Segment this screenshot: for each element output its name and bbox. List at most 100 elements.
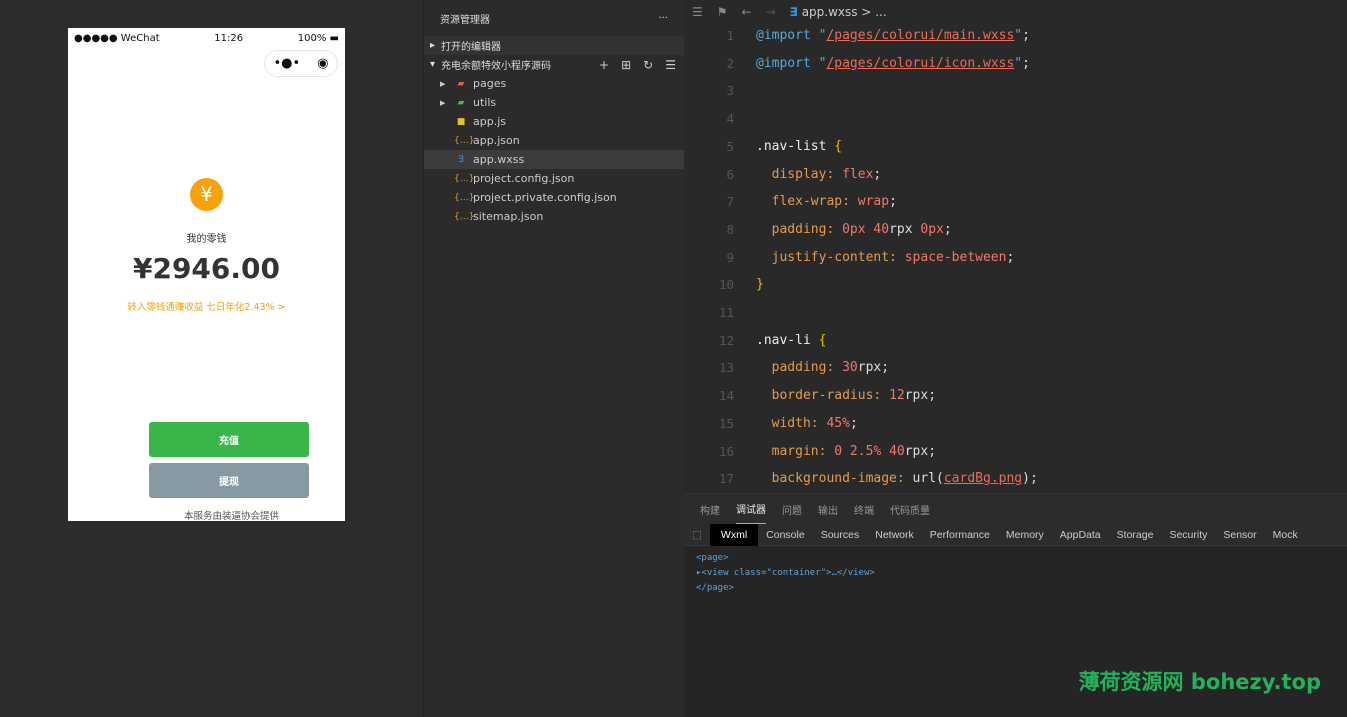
refresh-icon[interactable]: ↻ [643, 58, 653, 72]
json-icon: {…} [454, 135, 475, 146]
line-number: 14 [718, 388, 734, 404]
line-number: 15 [718, 415, 734, 431]
balance-amount: ¥2946.00 [132, 252, 280, 285]
line-number: 5 [726, 138, 734, 154]
devtools-tab-network[interactable]: Network [867, 524, 922, 546]
line-number: 8 [726, 221, 734, 237]
yuan-coin-icon: ¥ [190, 178, 223, 211]
collapse-icon[interactable]: ☰ [665, 58, 676, 72]
code-line[interactable]: padding: 0px 40rpx 0px; [756, 222, 952, 237]
status-bar: ●●●●● WeChat 11:26 100% ▬ [68, 28, 345, 48]
more-icon[interactable]: ··· [658, 13, 668, 24]
folder-green-icon: ▰ [457, 97, 465, 108]
code-line[interactable]: background-image: url(cardBg.png); [756, 471, 1038, 486]
wxml-node[interactable]: </page> [696, 581, 1335, 596]
devtools-tab-memory[interactable]: Memory [998, 524, 1052, 546]
phone-screen: ●●●●● WeChat 11:26 100% ▬ •●• ◉ ¥ 我的零钱 ¥… [68, 28, 345, 522]
devtools-tab-console[interactable]: Console [758, 524, 813, 546]
folder-red-icon: ▰ [457, 78, 465, 89]
forward-icon[interactable]: → [766, 5, 776, 19]
code-line[interactable]: .nav-li { [756, 333, 826, 348]
close-icon[interactable]: ◉ [317, 56, 328, 71]
new-folder-icon[interactable]: ⊞ [621, 58, 631, 72]
inspect-icon[interactable]: ⬚ [684, 524, 710, 546]
code-line[interactable]: @import "/pages/colorui/main.wxss"; [756, 28, 1030, 43]
panel-tab[interactable]: 代码质量 [890, 502, 930, 517]
json-icon: {…} [454, 211, 475, 222]
line-number: 4 [726, 111, 734, 127]
panel-tab[interactable]: 调试器 [736, 494, 766, 524]
json-icon: {…} [454, 192, 475, 203]
code-line[interactable]: } [756, 277, 764, 292]
wxml-node[interactable]: ▸<view class="container">…</view> [696, 566, 1335, 581]
capsule-menu: •●• ◉ [264, 50, 338, 77]
file-utils[interactable]: ▶ ▰ utils [424, 93, 684, 112]
file-project-private-config-json[interactable]: {…} project.private.config.json [424, 188, 684, 207]
devtools-tab-appdata[interactable]: AppData [1052, 524, 1109, 546]
withdraw-button[interactable]: 提现 [149, 463, 309, 498]
line-number: 12 [718, 332, 734, 348]
code-line[interactable]: border-radius: 12rpx; [756, 388, 936, 403]
balance-label: 我的零钱 [186, 234, 227, 245]
file-app-js[interactable]: ■ app.js [424, 112, 684, 131]
code-line[interactable]: margin: 0 2.5% 40rpx; [756, 444, 936, 459]
file-app-json[interactable]: {…} app.json [424, 131, 684, 150]
code-line[interactable]: flex-wrap: wrap; [756, 194, 897, 209]
wxml-node[interactable]: <page> [696, 551, 1335, 566]
outline-icon[interactable]: ☰ [692, 5, 703, 19]
code-line[interactable]: width: 45%; [756, 416, 858, 431]
recharge-button[interactable]: 充值 [149, 422, 309, 457]
watermark: 薄荷资源网 bohezy.top [1078, 670, 1321, 694]
line-number: 17 [718, 471, 734, 487]
code-line[interactable]: display: flex; [756, 167, 882, 182]
file-project-config-json[interactable]: {…} project.config.json [424, 169, 684, 188]
panel-tab[interactable]: 终端 [854, 502, 874, 517]
line-number: 9 [726, 249, 734, 265]
line-number: 7 [726, 194, 734, 210]
code-line[interactable]: @import "/pages/colorui/icon.wxss"; [756, 56, 1030, 71]
css-icon: ∃ [458, 154, 464, 165]
file-app-wxss[interactable]: ∃ app.wxss [424, 150, 684, 169]
promo-link[interactable]: 转入零钱通赚收益 七日年化2.43% > [68, 299, 345, 313]
devtools-tab-mock[interactable]: Mock [1265, 524, 1306, 546]
panel-tab[interactable]: 输出 [818, 502, 838, 517]
devtools-tab-storage[interactable]: Storage [1109, 524, 1162, 546]
file-sitemap-json[interactable]: {…} sitemap.json [424, 207, 684, 226]
panel-tab[interactable]: 问题 [782, 502, 802, 517]
time: 11:26 [214, 32, 244, 44]
panel-tab[interactable]: 构建 [700, 502, 720, 517]
open-editors-section[interactable]: ▸ 打开的编辑器 [424, 36, 684, 55]
line-number: 10 [718, 277, 734, 293]
code-line[interactable]: justify-content: space-between; [756, 250, 1015, 265]
file-pages[interactable]: ▶ ▰ pages [424, 74, 684, 93]
line-number: 2 [726, 55, 734, 71]
more-icon[interactable]: •●• [273, 56, 300, 71]
json-icon: {…} [454, 173, 475, 184]
line-number: 3 [726, 83, 734, 99]
carrier: ●●●●● WeChat [74, 32, 160, 44]
devtools-tab-security[interactable]: Security [1161, 524, 1215, 546]
devtools-tab-sensor[interactable]: Sensor [1215, 524, 1264, 546]
new-file-icon[interactable]: + [599, 58, 609, 72]
footer-text: 本服务由装逼协会提供 [183, 511, 279, 522]
line-number: 13 [718, 360, 734, 376]
code-line[interactable]: .nav-list { [756, 139, 842, 154]
back-icon[interactable]: ← [742, 5, 752, 19]
code-line[interactable]: padding: 30rpx; [756, 360, 889, 375]
devtools-tab-sources[interactable]: Sources [813, 524, 868, 546]
line-number: 1 [726, 28, 734, 43]
code-editor[interactable]: ☰ ⚑ ← → ∃ app.wxss > ... 1 @import "/pages/co… [684, 0, 1347, 493]
devtools-tab-wxml[interactable]: Wxml [709, 523, 759, 546]
simulator-pane: ●●●●● WeChat 11:26 100% ▬ •●• ◉ ¥ 我的零钱 ¥… [0, 0, 424, 717]
breadcrumb[interactable]: ∃ app.wxss > ... [790, 5, 887, 19]
js-icon: ■ [456, 116, 466, 127]
bookmark-icon[interactable]: ⚑ [717, 5, 728, 19]
battery: 100% ▬ [297, 32, 339, 44]
line-number: 11 [718, 305, 734, 320]
devtools-tab-performance[interactable]: Performance [922, 524, 998, 546]
line-number: 16 [718, 443, 734, 459]
explorer-title: 资源管理器 [440, 14, 490, 26]
project-section[interactable]: ▾ 充电余额特效小程序源码 + ⊞ ↻ ☰ [424, 55, 684, 74]
file-explorer: 资源管理器 ··· ▸ 打开的编辑器 ▾ 充电余额特效小程序源码 + ⊞ ↻ ☰ ▶ ▰ pag… [424, 0, 684, 717]
line-number: 6 [726, 166, 734, 182]
